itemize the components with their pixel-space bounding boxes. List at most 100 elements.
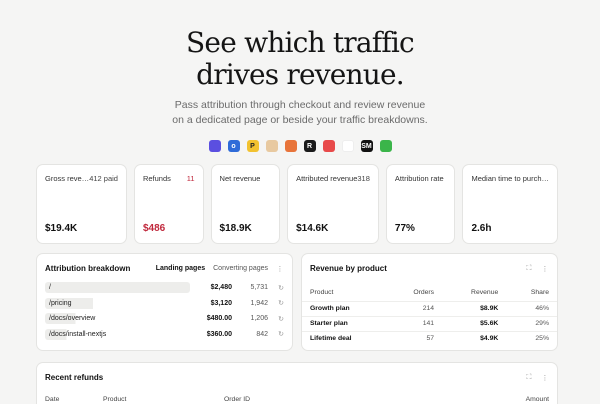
stat-value: $18.9K bbox=[219, 223, 252, 234]
attribution-path: /docs/install-nextjs bbox=[45, 328, 190, 340]
panel-title: Revenue by product bbox=[310, 264, 387, 273]
attribution-orders: 1,942 bbox=[250, 299, 268, 307]
panel-title: Attribution breakdown bbox=[45, 264, 131, 273]
attribution-path: /pricing bbox=[45, 297, 190, 309]
stat-label: Net revenue bbox=[219, 174, 261, 183]
attribution-row[interactable]: /docs/overview $480.00 1,206 ↻ bbox=[45, 311, 284, 327]
attribution-revenue: $360.00 bbox=[206, 330, 232, 338]
path-label: /docs/install-nextjs bbox=[49, 330, 107, 338]
attribution-breakdown-panel: Attribution breakdown Landing pages Conv… bbox=[36, 253, 293, 351]
recent-refunds-panel: Recent refunds ⛶ ⋮ Date Product Order ID… bbox=[36, 362, 558, 404]
attribution-orders: 1,206 bbox=[250, 315, 268, 323]
attribution-revenue: $2,480 bbox=[210, 284, 232, 292]
attribution-revenue: $480.00 bbox=[206, 315, 232, 323]
stat-label: Attributed revenue bbox=[296, 174, 358, 183]
hero-section: See which traffic drives revenue. Pass a… bbox=[0, 0, 600, 154]
product-name: Starter plan bbox=[302, 315, 388, 331]
expand-icon[interactable]: ⛶ bbox=[525, 265, 533, 273]
brand-logo-3-icon: P bbox=[246, 140, 259, 152]
brand-logo-6-icon: R bbox=[303, 140, 316, 152]
brand-logo-8-icon bbox=[341, 140, 354, 152]
col-share[interactable]: Share bbox=[506, 285, 557, 301]
stat-value: $19.4K bbox=[45, 223, 78, 234]
hero-subtitle-line-1: Pass attribution through checkout and re… bbox=[174, 99, 426, 111]
stat-value: $14.6K bbox=[296, 223, 329, 234]
tab-landing-pages[interactable]: Landing pages bbox=[156, 265, 205, 272]
attribution-row[interactable]: /pricing $3,120 1,942 ↻ bbox=[45, 296, 284, 312]
more-vertical-icon[interactable]: ⋮ bbox=[541, 265, 549, 273]
path-label: / bbox=[49, 284, 51, 292]
stat-value: $486 bbox=[142, 223, 166, 234]
product-revenue: $5.6K bbox=[442, 315, 507, 331]
refresh-icon[interactable]: ↻ bbox=[268, 284, 284, 292]
product-revenue: $8.9K bbox=[442, 300, 507, 316]
attribution-row[interactable]: / $2,480 5,731 ↻ bbox=[45, 280, 284, 296]
brand-logo-5-icon bbox=[284, 140, 297, 152]
attribution-rows: / $2,480 5,731 ↻/pricing $3,120 1,942 ↻/docs/o… bbox=[37, 273, 292, 342]
brand-logo-4-icon bbox=[265, 140, 278, 152]
stat-value: 2.6h bbox=[471, 223, 492, 234]
attribution-path: / bbox=[45, 282, 190, 294]
col-product[interactable]: Product bbox=[302, 285, 387, 301]
product-share: 25% bbox=[506, 330, 557, 346]
stat-cards: Gross reve… 412 paid $19.4K Refunds 11 $48… bbox=[36, 164, 559, 244]
expand-icon[interactable]: ⛶ bbox=[525, 374, 533, 382]
stat-count: 11 bbox=[186, 174, 195, 183]
stat-value: 77% bbox=[394, 223, 415, 234]
product-name: Growth plan bbox=[302, 300, 388, 316]
stat-label: Median time to purch… bbox=[471, 174, 550, 183]
tab-converting-pages[interactable]: Converting pages bbox=[213, 265, 268, 272]
stat-card-net-revenue[interactable]: Net revenue $18.9K bbox=[210, 164, 281, 244]
brand-logo-7-icon bbox=[322, 140, 335, 152]
hero-subtitle-line-2: on a dedicated page or beside your traff… bbox=[172, 114, 428, 126]
stat-card-attribution-rate[interactable]: Attribution rate 77% bbox=[385, 164, 456, 244]
more-vertical-icon[interactable]: ⋮ bbox=[276, 265, 284, 273]
table-row[interactable]: Growth plan 214 $8.9K 46% bbox=[302, 300, 557, 316]
stat-label: Gross reve… bbox=[45, 174, 90, 183]
product-share: 29% bbox=[506, 315, 557, 331]
stat-label: Refunds bbox=[142, 174, 171, 183]
refresh-icon[interactable]: ↻ bbox=[268, 315, 284, 323]
stat-count: 412 paid bbox=[89, 174, 118, 183]
product-name: Lifetime deal bbox=[302, 330, 388, 346]
brand-logo-10-icon bbox=[379, 140, 392, 152]
stat-card-median-time[interactable]: Median time to purch… 2.6h bbox=[462, 164, 559, 244]
col-order-id[interactable]: Order ID bbox=[224, 396, 526, 403]
attribution-path: /docs/overview bbox=[45, 313, 190, 325]
product-orders: 214 bbox=[387, 300, 443, 316]
col-date[interactable]: Date bbox=[45, 396, 103, 403]
stat-card-refunds[interactable]: Refunds 11 $486 bbox=[133, 164, 204, 244]
path-label: /docs/overview bbox=[49, 315, 96, 323]
stat-label: Attribution rate bbox=[394, 174, 444, 183]
brand-logo-9-icon: SM bbox=[360, 140, 373, 152]
table-row[interactable]: Lifetime deal 57 $4.9K 25% bbox=[302, 330, 557, 346]
stat-card-gross-revenue[interactable]: Gross reve… 412 paid $19.4K bbox=[36, 164, 127, 244]
col-revenue[interactable]: Revenue bbox=[442, 285, 506, 301]
refresh-icon[interactable]: ↻ bbox=[268, 330, 284, 338]
product-orders: 141 bbox=[387, 315, 443, 331]
brand-logo-1-icon bbox=[208, 140, 221, 152]
brand-logo-2-icon: o bbox=[227, 140, 240, 152]
panel-title: Recent refunds bbox=[45, 373, 104, 382]
attribution-orders: 5,731 bbox=[250, 284, 268, 292]
col-product[interactable]: Product bbox=[103, 396, 224, 403]
table-row[interactable]: Starter plan 141 $5.6K 29% bbox=[302, 315, 557, 331]
col-orders[interactable]: Orders bbox=[387, 285, 442, 301]
col-amount[interactable]: Amount bbox=[526, 396, 549, 403]
stat-card-attributed-revenue[interactable]: Attributed revenue 318 $14.6K bbox=[287, 164, 379, 244]
attribution-revenue: $3,120 bbox=[210, 299, 232, 307]
integration-logos: o P R SM bbox=[0, 140, 600, 154]
hero-title-line-1: See which traffic bbox=[186, 26, 415, 59]
attribution-orders: 842 bbox=[256, 330, 268, 338]
refunds-table-header: Date Product Order ID Amount bbox=[37, 382, 557, 403]
hero-subtitle: Pass attribution through checkout and re… bbox=[0, 98, 600, 128]
product-share: 46% bbox=[506, 300, 557, 316]
product-orders: 57 bbox=[387, 330, 443, 346]
path-label: /pricing bbox=[49, 299, 72, 307]
refresh-icon[interactable]: ↻ bbox=[268, 299, 284, 307]
attribution-row[interactable]: /docs/install-nextjs $360.00 842 ↻ bbox=[45, 327, 284, 343]
product-revenue: $4.9K bbox=[442, 330, 507, 346]
more-vertical-icon[interactable]: ⋮ bbox=[541, 374, 549, 382]
revenue-table: Product Orders Revenue Share Growth plan… bbox=[302, 285, 557, 346]
hero-title-line-2: drives revenue. bbox=[196, 58, 405, 91]
